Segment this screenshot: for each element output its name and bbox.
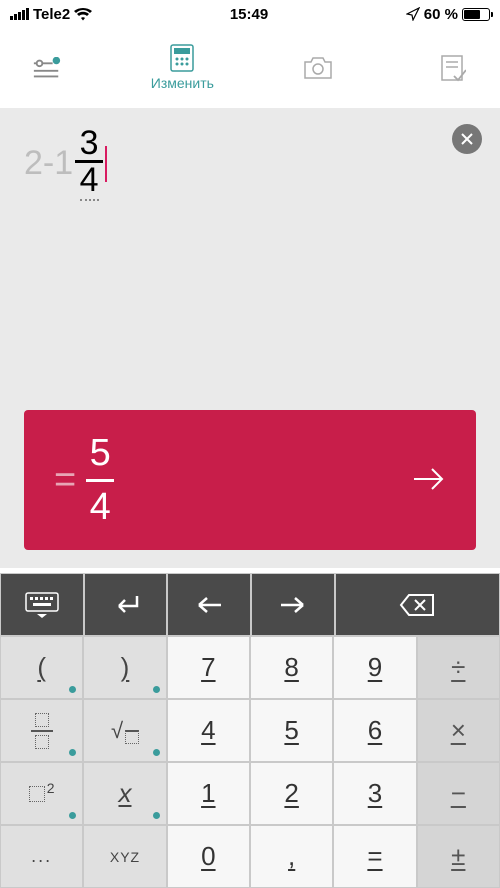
input-fraction: 3 4 (75, 126, 103, 201)
input-numerator: 3 (80, 126, 99, 160)
key-fraction[interactable] (0, 699, 83, 762)
clear-button[interactable] (452, 124, 482, 154)
battery-icon (462, 8, 490, 21)
key-multiply[interactable]: × (417, 699, 500, 762)
key-hide-keyboard[interactable] (0, 573, 84, 636)
key-sqrt[interactable]: √ (83, 699, 166, 762)
key-equals[interactable]: = (333, 825, 416, 888)
key-x[interactable]: x (83, 762, 166, 825)
key-1[interactable]: 1 (167, 762, 250, 825)
key-more[interactable]: ... (0, 825, 83, 888)
sqrt-icon: √ (111, 718, 139, 744)
work-area: 2-1 3 4 = 5 4 (0, 108, 500, 568)
key-2[interactable]: 2 (250, 762, 333, 825)
key-7[interactable]: 7 (167, 636, 250, 699)
key-6[interactable]: 6 (333, 699, 416, 762)
document-check-icon (438, 55, 468, 81)
key-enter[interactable] (84, 573, 168, 636)
key-lparen[interactable]: ( (0, 636, 83, 699)
status-bar: Tele2 15:49 60 % (0, 0, 500, 28)
clock: 15:49 (230, 6, 268, 23)
expression-input[interactable]: 2-1 3 4 (24, 126, 476, 201)
result-denominator: 4 (90, 486, 111, 529)
key-left[interactable] (167, 573, 251, 636)
location-icon (406, 7, 420, 21)
key-rparen[interactable]: ) (83, 636, 166, 699)
camera-icon (303, 55, 333, 81)
key-0[interactable]: 0 (167, 825, 250, 888)
status-right: 60 % (406, 6, 490, 23)
input-denominator: 4 (80, 163, 99, 201)
key-divide[interactable]: ÷ (417, 636, 500, 699)
enter-icon (111, 594, 141, 616)
keyboard-hide-icon (25, 592, 59, 618)
calculator-icon (167, 45, 197, 71)
fraction-icon (31, 713, 53, 749)
signal-icon (10, 8, 29, 20)
menu-button[interactable] (18, 55, 76, 81)
expression-prefix: 2-1 (24, 144, 73, 183)
camera-tab[interactable] (289, 55, 347, 81)
backspace-icon (399, 593, 435, 617)
key-comma[interactable]: , (250, 825, 333, 888)
exponent-icon: 2 (29, 786, 55, 802)
wifi-icon (74, 8, 92, 21)
toolbar: Изменить (0, 28, 500, 108)
calculator-tab-label: Изменить (151, 75, 214, 91)
status-left: Tele2 (10, 6, 92, 23)
key-3[interactable]: 3 (333, 762, 416, 825)
result-numerator: 5 (90, 432, 111, 475)
text-cursor (105, 146, 107, 182)
arrow-left-icon (195, 596, 223, 614)
key-5[interactable]: 5 (250, 699, 333, 762)
equals-sign: = (54, 459, 76, 502)
key-xyz[interactable]: XYZ (83, 825, 166, 888)
close-icon (460, 132, 474, 146)
keyboard: ( ) 7 8 9 ÷ √ 4 5 6 × 2 x 1 2 3 − ... XY… (0, 573, 500, 888)
key-backspace[interactable] (335, 573, 500, 636)
key-exponent[interactable]: 2 (0, 762, 83, 825)
key-plusminus[interactable]: ± (417, 825, 500, 888)
key-minus[interactable]: − (417, 762, 500, 825)
arrow-right-icon (279, 596, 307, 614)
calculator-tab[interactable]: Изменить (153, 45, 211, 91)
key-right[interactable] (251, 573, 335, 636)
result-expression: = 5 4 (54, 432, 114, 529)
arrow-right-icon (412, 461, 446, 500)
sliders-icon (32, 55, 62, 81)
key-8[interactable]: 8 (250, 636, 333, 699)
battery-pct: 60 % (424, 6, 458, 23)
result-fraction: 5 4 (86, 432, 114, 529)
key-9[interactable]: 9 (333, 636, 416, 699)
key-4[interactable]: 4 (167, 699, 250, 762)
result-card[interactable]: = 5 4 (24, 410, 476, 550)
carrier-label: Tele2 (33, 6, 70, 23)
history-tab[interactable] (424, 55, 482, 81)
